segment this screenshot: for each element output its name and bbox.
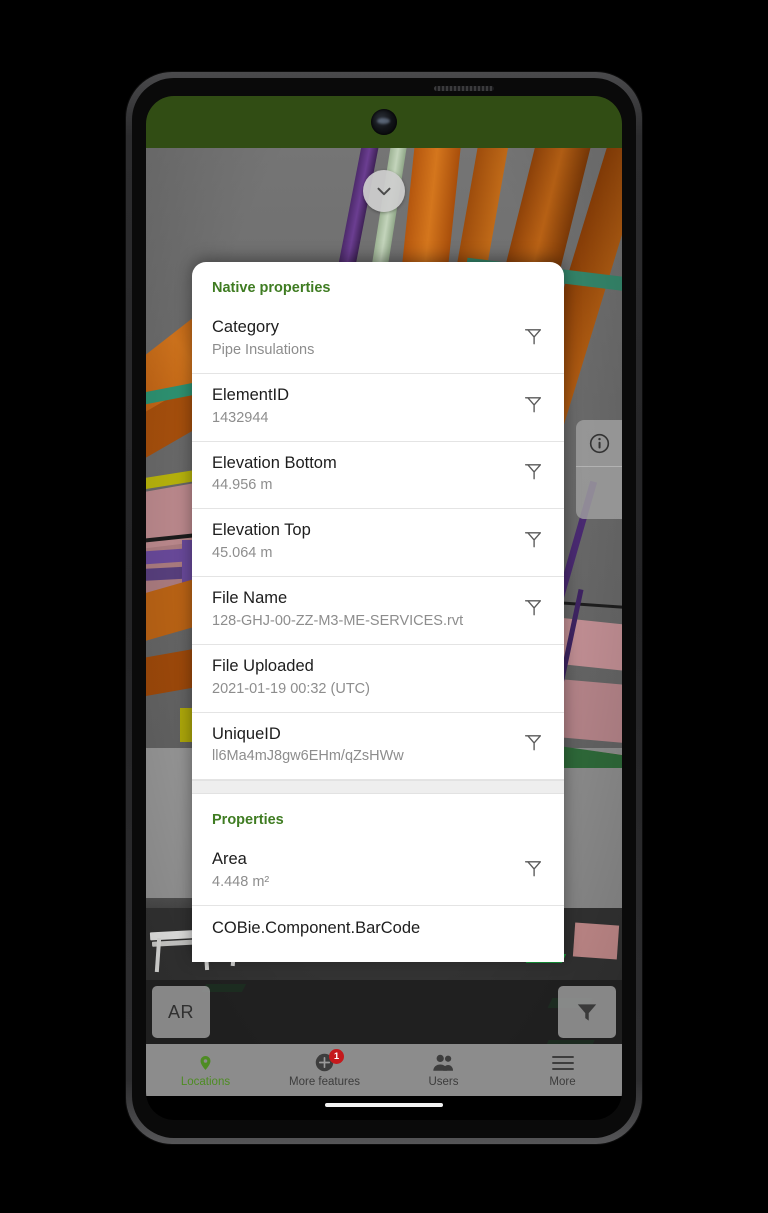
nav-icon-wrap: 1 bbox=[314, 1048, 344, 1073]
section-separator bbox=[192, 780, 564, 795]
row-filter-button[interactable] bbox=[522, 596, 544, 623]
property-value: Pipe Insulations bbox=[212, 341, 315, 358]
property-key: Category bbox=[212, 318, 279, 336]
property-value: 45.064 m bbox=[212, 545, 273, 562]
ar-button[interactable]: AR bbox=[152, 986, 210, 1038]
filter-funnel-outline-icon bbox=[524, 396, 542, 413]
nav-icon-wrap bbox=[197, 1053, 214, 1073]
android-gesture-bar bbox=[146, 1096, 622, 1120]
property-row[interactable]: File Name 128-GHJ-00-ZZ-M3-ME-SERVICES.rv… bbox=[192, 577, 564, 645]
property-text: COBie.Component.BarCode bbox=[212, 918, 420, 940]
nav-item-more-features[interactable]: 1 More features bbox=[265, 1048, 384, 1088]
front-camera-punchhole bbox=[371, 109, 397, 135]
viewer-action-bar: AR bbox=[146, 980, 622, 1044]
property-text: Elevation Top 45.064 m bbox=[212, 520, 311, 563]
property-value: 4.448 m² bbox=[212, 874, 270, 891]
ar-button-label: AR bbox=[167, 1001, 194, 1022]
property-value: ll6Ma4mJ8gw6EHm/qZsHWw bbox=[212, 748, 404, 765]
nav-item-more[interactable]: More bbox=[503, 1053, 622, 1088]
toolbar-extra-slot[interactable] bbox=[576, 467, 622, 519]
property-row[interactable]: File Uploaded 2021-01-19 00:32 (UTC) bbox=[192, 645, 564, 713]
filter-button[interactable] bbox=[558, 986, 616, 1038]
nav-label-more: More bbox=[549, 1075, 576, 1088]
property-text: Elevation Bottom 44.956 m bbox=[212, 453, 337, 496]
property-text: File Name 128-GHJ-00-ZZ-M3-ME-SERVICES.rv… bbox=[212, 588, 463, 631]
property-row[interactable]: UniqueID ll6Ma4mJ8gw6EHm/qZsHWw bbox=[192, 713, 564, 781]
filter-funnel-outline-icon bbox=[524, 600, 542, 616]
property-text: File Uploaded 2021-01-19 00:32 (UTC) bbox=[212, 656, 370, 699]
nav-icon-wrap bbox=[432, 1053, 455, 1073]
section-header-properties: Properties bbox=[212, 812, 284, 829]
nav-item-users[interactable]: Users bbox=[384, 1053, 503, 1088]
users-icon bbox=[433, 1054, 454, 1071]
property-value: 1432944 bbox=[212, 409, 269, 426]
property-row[interactable]: Category Pipe Insulations bbox=[192, 306, 564, 374]
property-key: COBie.Component.BarCode bbox=[212, 919, 421, 938]
hamburger-icon bbox=[551, 1055, 574, 1070]
properties-list: Native properties Category Pipe Insulation… bbox=[192, 262, 564, 954]
properties-bottom-sheet[interactable]: Native properties Category Pipe Insulation… bbox=[192, 262, 564, 962]
phone-screen: Native properties Category Pipe Insulation… bbox=[146, 96, 622, 1120]
property-value: 128-GHJ-00-ZZ-M3-ME-SERVICES.rvt bbox=[212, 612, 464, 629]
info-button[interactable] bbox=[576, 420, 622, 466]
gesture-pill[interactable] bbox=[325, 1103, 443, 1107]
row-filter-button[interactable] bbox=[522, 325, 544, 352]
row-filter-button[interactable] bbox=[522, 857, 544, 884]
filter-funnel-outline-icon bbox=[524, 735, 542, 751]
row-filter-button[interactable] bbox=[522, 731, 544, 758]
nav-label-locations: Locations bbox=[180, 1075, 231, 1088]
property-row[interactable]: Elevation Bottom 44.956 m bbox=[192, 442, 564, 510]
collapse-sheet-button[interactable] bbox=[363, 170, 405, 212]
filter-funnel-outline-icon bbox=[524, 328, 542, 345]
property-row[interactable]: Elevation Top 45.064 m bbox=[192, 509, 564, 578]
property-value: 2021-01-19 00:32 (UTC) bbox=[212, 680, 370, 697]
scene-panel bbox=[572, 922, 620, 960]
row-filter-button[interactable] bbox=[522, 460, 544, 487]
property-key: UniqueID bbox=[212, 724, 281, 743]
property-row[interactable]: Area 4.448 m² bbox=[192, 838, 564, 907]
filter-funnel-outline-icon bbox=[524, 861, 542, 877]
filter-funnel-outline-icon bbox=[524, 464, 542, 480]
property-text: Category Pipe Insulations bbox=[212, 317, 314, 360]
property-row[interactable]: COBie.Component.BarCode bbox=[192, 906, 564, 954]
filter-funnel-filled-icon bbox=[577, 1004, 597, 1021]
nav-label-users: Users bbox=[428, 1075, 459, 1088]
property-text: Area 4.448 m² bbox=[212, 849, 269, 892]
chevron-down-icon bbox=[377, 187, 391, 196]
property-key: File Name bbox=[212, 589, 288, 608]
property-row[interactable]: ElementID 1432944 bbox=[192, 374, 564, 442]
nav-icon-wrap bbox=[551, 1053, 575, 1073]
property-value: 44.956 m bbox=[212, 477, 273, 494]
property-key: Elevation Bottom bbox=[212, 453, 337, 472]
nav-item-locations[interactable]: Locations bbox=[146, 1053, 265, 1088]
map-pin-icon bbox=[200, 1055, 211, 1070]
viewport-side-toolbar[interactable] bbox=[576, 420, 622, 519]
more-features-badge: 1 bbox=[329, 1048, 344, 1064]
property-key: Elevation Top bbox=[212, 521, 311, 540]
bottom-navigation: Locations 1 More features Users More bbox=[146, 1044, 622, 1096]
row-filter-button[interactable] bbox=[522, 393, 544, 420]
row-filter-button[interactable] bbox=[522, 528, 544, 555]
property-key: ElementID bbox=[212, 385, 290, 404]
property-text: UniqueID ll6Ma4mJ8gw6EHm/qZsHWw bbox=[212, 724, 404, 767]
nav-label-more-features: More features bbox=[289, 1075, 360, 1088]
section-header-native-properties: Native properties bbox=[212, 280, 331, 296]
property-key: Area bbox=[212, 850, 247, 869]
property-text: ElementID 1432944 bbox=[212, 385, 289, 428]
info-icon bbox=[589, 433, 609, 453]
property-key: File Uploaded bbox=[212, 656, 314, 675]
status-bar bbox=[146, 96, 622, 148]
earpiece-speaker bbox=[434, 86, 494, 91]
filter-funnel-outline-icon bbox=[524, 532, 542, 548]
